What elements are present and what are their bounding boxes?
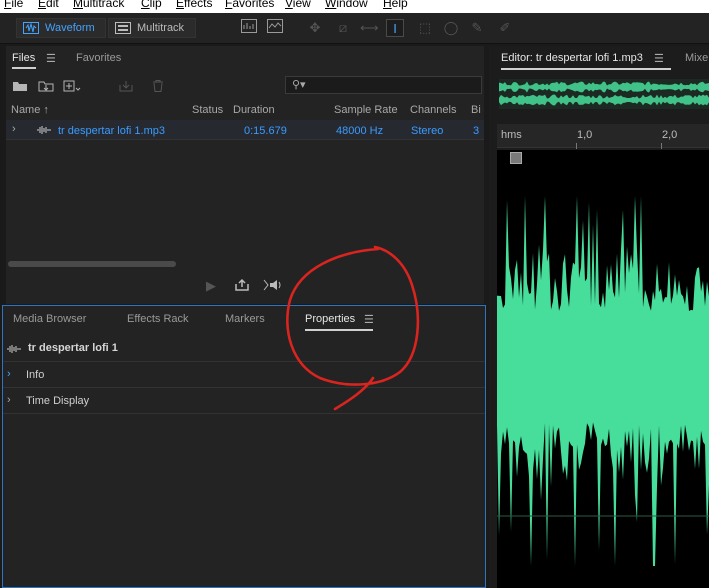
- ruler-tick: [661, 143, 662, 149]
- properties-panel-menu-icon[interactable]: ☰: [364, 313, 374, 326]
- section-info[interactable]: [3, 362, 485, 388]
- column-bits[interactable]: Bi: [471, 104, 481, 116]
- tab-favorites[interactable]: Favorites: [76, 52, 121, 64]
- menu-view[interactable]: View: [285, 0, 311, 9]
- paintbrush-tool-icon[interactable]: ✎: [468, 19, 486, 37]
- multitrack-mode-label: Multitrack: [137, 22, 185, 34]
- files-tab-underline: [12, 67, 36, 69]
- toolbar: Waveform Multitrack ✥ ⧄ ⟷ I ⬚ ◯ ✎ ✐: [0, 13, 709, 44]
- audio-file-icon: [36, 125, 52, 138]
- menu-file[interactable]: File: [4, 0, 23, 9]
- menu-edit[interactable]: Edit: [38, 0, 59, 9]
- autoplay-volume-icon[interactable]: [262, 278, 284, 295]
- lasso-tool-icon[interactable]: ◯: [442, 19, 460, 37]
- spectral-frequency-icon[interactable]: [240, 19, 258, 37]
- file-duration-cell: 0:15.679: [244, 125, 287, 137]
- ruler-tick: [576, 143, 577, 149]
- tab-files[interactable]: Files: [12, 52, 35, 64]
- file-name-cell[interactable]: tr despertar lofi 1.mp3: [58, 125, 165, 137]
- overview-waveform: [499, 79, 709, 109]
- waveform-graph: [497, 150, 709, 588]
- menu-help[interactable]: Help: [383, 0, 408, 9]
- move-tool-icon[interactable]: ✥: [306, 19, 324, 37]
- expand-chevron-icon[interactable]: ›: [12, 123, 16, 135]
- ruler-label-hms: hms: [501, 129, 522, 141]
- spectral-pitch-icon[interactable]: [266, 19, 284, 37]
- waveform-mode-label: Waveform: [45, 22, 95, 34]
- marquee-tool-icon[interactable]: ⬚: [416, 19, 434, 37]
- loop-icon[interactable]: [234, 278, 250, 295]
- tab-mixer[interactable]: Mixe: [685, 52, 708, 64]
- section-time-display-label: Time Display: [26, 395, 90, 407]
- play-icon[interactable]: ▶: [206, 278, 216, 294]
- file-channels-cell: Stereo: [411, 125, 444, 137]
- open-folder-icon[interactable]: [12, 80, 28, 95]
- section-info-label: Info: [26, 369, 45, 381]
- column-duration[interactable]: Duration: [233, 104, 275, 116]
- import-file-icon[interactable]: [38, 80, 54, 95]
- menu-bar: File Edit Multitrack Clip Effects Favori…: [0, 0, 709, 13]
- menu-favorites[interactable]: Favorites: [225, 0, 274, 9]
- tab-effects-rack[interactable]: Effects Rack: [127, 313, 189, 325]
- audio-file-icon: [6, 344, 22, 357]
- chevron-right-icon: ›: [7, 394, 11, 406]
- properties-file-title: tr despertar lofi 1: [28, 342, 118, 354]
- menu-effects[interactable]: Effects: [176, 0, 212, 9]
- ruler-label-1: 1,0: [577, 129, 593, 141]
- tab-media-browser[interactable]: Media Browser: [13, 313, 86, 325]
- razor-tool-icon[interactable]: ⧄: [334, 19, 352, 37]
- column-status[interactable]: Status: [192, 104, 223, 116]
- tab-markers[interactable]: Markers: [225, 313, 265, 325]
- hud-toggle-icon[interactable]: [510, 152, 522, 164]
- menu-multitrack[interactable]: Multitrack: [73, 0, 124, 9]
- menu-window[interactable]: Window: [325, 0, 368, 9]
- spot-healing-tool-icon[interactable]: ✐: [496, 19, 514, 37]
- horizontal-scrollbar[interactable]: [8, 261, 176, 267]
- waveform-overview[interactable]: [499, 79, 709, 109]
- column-sample-rate[interactable]: Sample Rate: [334, 104, 398, 116]
- waveform-display[interactable]: [497, 150, 709, 588]
- new-file-icon[interactable]: [63, 80, 81, 95]
- time-selection-tool-icon[interactable]: I: [386, 19, 404, 37]
- tab-properties[interactable]: Properties: [305, 313, 355, 325]
- insert-into-multitrack-icon[interactable]: [118, 80, 136, 95]
- files-search-input[interactable]: ⚲▾: [285, 76, 482, 94]
- waveform-mode-button[interactable]: Waveform: [16, 18, 106, 38]
- menu-clip[interactable]: Clip: [141, 0, 162, 9]
- column-name[interactable]: Name ↑: [11, 104, 49, 116]
- multitrack-icon: [115, 22, 131, 34]
- waveform-icon: [23, 22, 39, 34]
- properties-tab-underline: [305, 329, 373, 331]
- tab-editor[interactable]: Editor: tr despertar lofi 1.mp3: [501, 52, 643, 64]
- chevron-right-icon: ›: [7, 368, 11, 380]
- search-icon: ⚲▾: [292, 79, 306, 91]
- editor-tab-underline: [501, 68, 671, 70]
- sort-ascending-icon: ↑: [43, 104, 49, 116]
- delete-icon[interactable]: [152, 80, 164, 95]
- file-bits-cell: 3: [473, 125, 480, 137]
- column-channels[interactable]: Channels: [410, 104, 456, 116]
- multitrack-mode-button[interactable]: Multitrack: [108, 18, 196, 38]
- files-panel-menu-icon[interactable]: ☰: [46, 52, 56, 65]
- slip-tool-icon[interactable]: ⟷: [360, 19, 379, 37]
- editor-panel-menu-icon[interactable]: ☰: [654, 52, 664, 65]
- file-sample-rate-cell: 48000 Hz: [336, 125, 384, 137]
- ruler-label-2: 2,0: [662, 129, 678, 141]
